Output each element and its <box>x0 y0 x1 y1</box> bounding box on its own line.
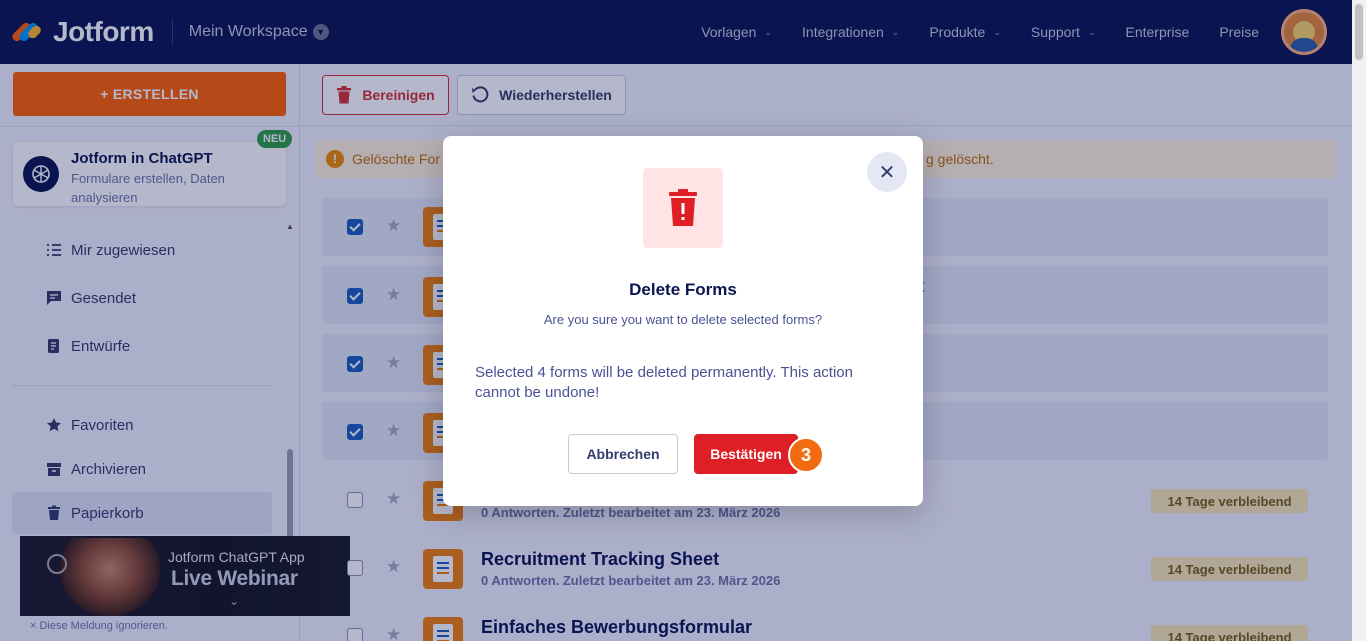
page-scrollbar-thumb[interactable] <box>1355 4 1363 60</box>
step-number-badge: 3 <box>788 437 824 473</box>
dialog-subtitle: Are you sure you want to delete selected… <box>543 312 823 327</box>
close-icon[interactable]: ✕ <box>867 152 907 192</box>
delete-forms-dialog: ✕ Delete Forms Are you sure you want to … <box>443 136 923 506</box>
confirm-button[interactable]: Bestätigen <box>694 434 798 474</box>
page-scrollbar[interactable] <box>1352 0 1366 641</box>
dialog-message: Selected 4 forms will be deleted permane… <box>475 364 853 401</box>
dialog-title: Delete Forms <box>629 280 737 299</box>
trash-warning-icon <box>643 168 723 248</box>
cancel-button[interactable]: Abbrechen <box>568 434 678 474</box>
